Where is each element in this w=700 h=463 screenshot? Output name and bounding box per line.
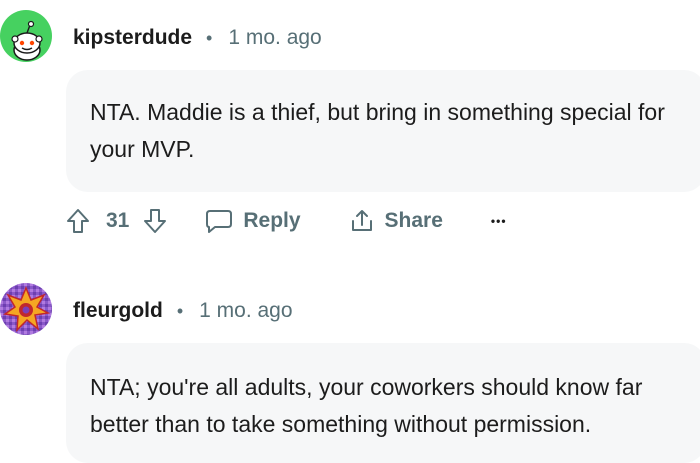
more-icon: •••: [490, 214, 507, 228]
username[interactable]: fleurgold: [73, 299, 163, 323]
separator-dot: •: [206, 27, 213, 48]
comment-meta: fleurgold • 1 mo. ago: [73, 299, 293, 323]
separator-dot: •: [176, 300, 184, 321]
comment-body: NTA. Maddie is a thief, but bring in som…: [66, 70, 700, 192]
timestamp[interactable]: 1 mo. ago: [199, 299, 292, 323]
comment-actions: 31 Reply Share •••: [66, 205, 507, 237]
username[interactable]: kipsterdude: [73, 26, 192, 50]
avatar[interactable]: [0, 10, 52, 62]
comment-text: NTA. Maddie is a thief, but bring in som…: [90, 99, 665, 162]
avatar[interactable]: [0, 283, 52, 335]
reply-label: Reply: [243, 209, 301, 232]
share-label: Share: [384, 209, 443, 232]
share-button[interactable]: Share: [349, 208, 443, 234]
comment-text: NTA; you're all adults, your coworkers s…: [90, 374, 643, 437]
reply-button[interactable]: Reply: [205, 208, 301, 234]
vote-count: 31: [106, 209, 130, 232]
more-options-button[interactable]: •••: [491, 214, 507, 228]
chat-bubble-icon: [206, 210, 233, 233]
downvote-icon: [144, 209, 167, 233]
share-icon: [351, 210, 372, 231]
upvote-icon: [67, 209, 89, 233]
comment-meta: kipsterdude • 1 mo. ago: [73, 26, 322, 50]
comment-body: NTA; you're all adults, your coworkers s…: [66, 343, 700, 463]
upvote-button[interactable]: [66, 208, 90, 234]
timestamp[interactable]: 1 mo. ago: [228, 26, 321, 50]
downvote-button[interactable]: [143, 208, 167, 234]
